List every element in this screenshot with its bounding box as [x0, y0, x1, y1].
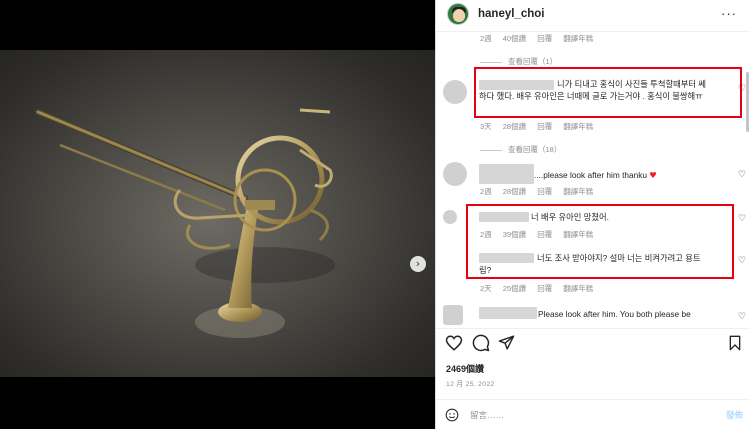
comment-likes[interactable]: 28個讚 [503, 187, 526, 196]
translate-button[interactable]: 翻譯年糕 [563, 34, 593, 43]
comment-like-icon[interactable]: ♡ [738, 256, 746, 266]
view-replies-label: 查看回覆（18） [508, 145, 562, 154]
comment-meta: 2週 28個讚 回覆 翻譯年糕 [480, 186, 602, 197]
share-icon[interactable] [498, 334, 515, 351]
commenter-avatar[interactable] [443, 305, 463, 325]
username[interactable]: haneyl_choi [478, 8, 544, 20]
view-replies-button[interactable]: 查看回覆（18） [480, 144, 561, 155]
next-photo-button[interactable]: › [410, 256, 426, 272]
scrollbar[interactable] [746, 72, 749, 132]
comment-meta: 2週 40個讚 回覆 翻譯年糕 [480, 33, 602, 44]
comment-like-icon[interactable]: ♡ [738, 170, 746, 180]
emoji-icon[interactable] [445, 408, 459, 422]
post-photo[interactable]: › [0, 50, 435, 377]
add-comment-bar: 留言…… 發佈 [436, 400, 750, 429]
comment-likes[interactable]: 40個讚 [503, 34, 526, 43]
comment-like-icon[interactable]: ♡ [738, 214, 746, 224]
media-area: › [0, 0, 435, 429]
comment-time: 2週 [480, 34, 492, 43]
red-heart-emoji: ♥ [649, 170, 657, 180]
translate-button[interactable]: 翻譯年糕 [563, 122, 593, 131]
translate-button[interactable]: 翻譯年糕 [563, 284, 593, 293]
avatar[interactable] [447, 3, 469, 25]
view-replies-button[interactable]: 查看回覆（1） [480, 56, 557, 67]
action-bar [436, 334, 750, 354]
post-date: 12 月 25, 2022 [446, 381, 495, 388]
like-count[interactable]: 2469個讚 [446, 362, 484, 375]
highlight-box [466, 204, 734, 279]
view-replies-label: 查看回覆（1） [508, 57, 558, 66]
replies-line [480, 61, 502, 63]
comment-input[interactable]: 留言…… [470, 409, 504, 421]
comment-text: Please look after him. You both please b… [538, 309, 691, 319]
comment-icon[interactable] [472, 334, 490, 352]
avatar-face [453, 9, 465, 22]
commenter-avatar[interactable] [443, 80, 467, 104]
bookmark-icon[interactable] [727, 334, 743, 352]
comment-like-icon[interactable]: ♡ [738, 312, 746, 322]
post-viewer: › haneyl_choi ··· 2週 40個讚 回覆 翻譯年糕 查看回覆（1… [0, 0, 750, 429]
reply-button[interactable]: 回覆 [537, 187, 552, 196]
comment-time: 2天 [480, 284, 492, 293]
divider [436, 328, 750, 329]
reply-button[interactable]: 回覆 [537, 284, 552, 293]
commenter-avatar[interactable] [443, 210, 457, 224]
heart-icon[interactable] [445, 334, 463, 352]
reply-button[interactable]: 回覆 [537, 122, 552, 131]
comment-likes[interactable]: 25個讚 [503, 284, 526, 293]
more-icon[interactable]: ··· [721, 6, 737, 21]
comment-meta: 2天 25個讚 回覆 翻譯年糕 [480, 283, 602, 294]
comment-likes[interactable]: 28個讚 [503, 122, 526, 131]
highlight-box [474, 67, 742, 118]
comment-text: ....please look after him thanku ♥ [534, 170, 657, 180]
commenter-avatar[interactable] [443, 162, 467, 186]
blurred-username[interactable] [479, 307, 537, 319]
reply-button[interactable]: 回覆 [537, 34, 552, 43]
post-side-panel: haneyl_choi ··· 2週 40個讚 回覆 翻譯年糕 查看回覆（1） … [435, 0, 750, 429]
post-header: haneyl_choi ··· [436, 0, 750, 32]
comment-time: 2週 [480, 187, 492, 196]
blurred-username[interactable] [479, 164, 534, 184]
replies-line [480, 149, 502, 151]
french-horn-image [35, 108, 335, 338]
comment-time: 3天 [480, 122, 492, 131]
translate-button[interactable]: 翻譯年糕 [563, 187, 593, 196]
comment-meta: 3天 28個讚 回覆 翻譯年糕 [480, 121, 602, 132]
comments-list: 2週 40個讚 回覆 翻譯年糕 查看回覆（1） 니가 티내고 홍식이 사진들 투… [436, 32, 750, 332]
post-comment-button[interactable]: 發佈 [726, 409, 743, 421]
